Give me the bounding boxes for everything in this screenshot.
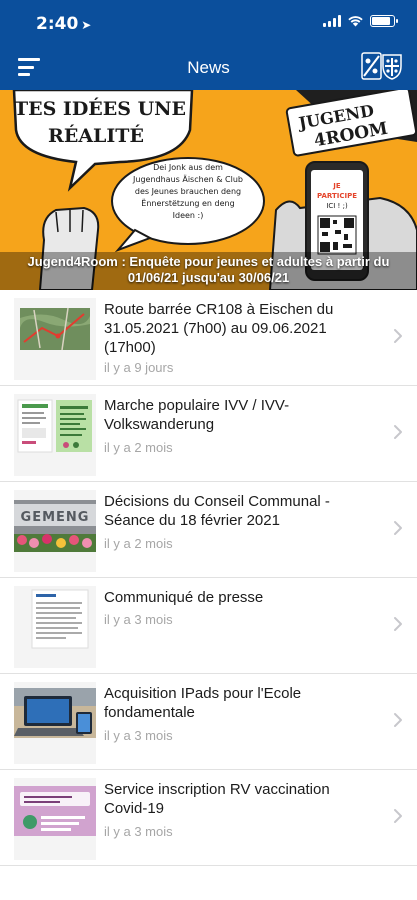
vaccine-thumbnail-image — [14, 778, 96, 860]
banner-phone-line-2: PARTICIPE — [317, 192, 357, 200]
banner-small-line-4: Ënnerstëtzung en deng — [141, 198, 234, 208]
news-title: Route barrée CR108 à Eischen du 31.05.20… — [104, 301, 334, 356]
news-item[interactable]: GEMENG Décisions du Conseil Communal - S… — [0, 482, 417, 578]
news-item[interactable]: Acquisition IPads pour l'Ecole fondament… — [0, 674, 417, 770]
featured-caption-line-1: Jugend4Room : Enquête pour jeunes et adu… — [27, 254, 390, 269]
news-item[interactable]: Communiqué de presse il y a 3 mois — [0, 578, 417, 674]
banner-small-line-2: Jugendhaus Äischen & Club — [132, 174, 243, 184]
page-title: News — [187, 58, 230, 77]
wifi-icon — [348, 16, 363, 27]
news-item[interactable]: Service inscription RV vaccination Covid… — [0, 770, 417, 866]
status-time: 2:40 ➤ — [36, 14, 91, 34]
status-time-text: 2:40 — [36, 14, 79, 34]
news-title: Service inscription RV vaccination Covid… — [104, 781, 330, 817]
news-date: il y a 2 mois — [104, 440, 173, 455]
news-item[interactable]: Route barrée CR108 à Eischen du 31.05.20… — [0, 290, 417, 386]
news-thumbnail — [14, 586, 96, 668]
news-thumbnail — [14, 682, 96, 764]
laptop-thumbnail-image — [14, 682, 96, 764]
news-date: il y a 3 mois — [104, 728, 173, 743]
status-icons — [323, 15, 398, 27]
banner-small-line-5: Ideen :) — [173, 211, 204, 220]
map-thumbnail-image — [14, 298, 96, 380]
news-title: Communiqué de presse — [104, 589, 264, 606]
banner-phone-line-3: ICI ! ;) — [326, 202, 348, 210]
chevron-right-icon — [394, 329, 402, 343]
chevron-right-icon — [394, 521, 402, 535]
featured-news-banner[interactable]: TES IDÉES UNE RÉALITÉ Dei Jonk aus dem J… — [0, 90, 417, 290]
news-thumbnail — [14, 394, 96, 476]
news-thumbnail: GEMENG — [14, 490, 96, 572]
banner-small-line-3: des Jeunes brauchen deng — [135, 187, 241, 196]
chevron-right-icon — [394, 617, 402, 631]
news-thumbnail — [14, 778, 96, 860]
document-thumbnail-image — [14, 586, 96, 668]
qr-code-icon — [317, 215, 357, 255]
news-title: Décisions du Conseil Communal - Séance d… — [104, 493, 330, 529]
banner-speech-line-2: RÉALITÉ — [48, 124, 144, 147]
news-title: Acquisition IPads pour l'Ecole fondament… — [104, 685, 302, 721]
chevron-right-icon — [394, 809, 402, 823]
navigation-bar: News — [0, 44, 417, 90]
news-list: Route barrée CR108 à Eischen du 31.05.20… — [0, 290, 417, 866]
news-date: il y a 2 mois — [104, 536, 173, 551]
banner-speech-line-1: TES IDÉES UNE — [14, 97, 186, 120]
news-date: il y a 3 mois — [104, 824, 173, 839]
flyer-thumbnail-image — [14, 394, 96, 476]
news-title: Marche populaire IVV / IVV-Volkswanderun… — [104, 397, 290, 433]
featured-caption-line-2: 01/06/21 jusqu'au 30/06/21 — [127, 270, 290, 285]
featured-news-caption: Jugend4Room : Enquête pour jeunes et adu… — [0, 254, 417, 286]
banner-phone-line-1: JE — [332, 182, 341, 190]
banner-small-line-1: Dei Jonk aus dem — [153, 163, 223, 172]
news-date: il y a 3 mois — [104, 612, 173, 627]
news-item[interactable]: Marche populaire IVV / IVV-Volkswanderun… — [0, 386, 417, 482]
battery-icon — [370, 15, 398, 27]
chevron-right-icon — [394, 713, 402, 727]
status-bar: 2:40 ➤ — [0, 0, 417, 44]
gemeng-sign-text: GEMENG — [21, 510, 90, 525]
chevron-right-icon — [394, 425, 402, 439]
commune-crest-icon[interactable] — [361, 52, 403, 80]
news-date: il y a 9 jours — [104, 360, 174, 375]
cellular-signal-icon — [323, 15, 341, 27]
news-thumbnail — [14, 298, 96, 380]
gemeng-thumbnail-image: GEMENG — [14, 490, 96, 572]
location-arrow-icon: ➤ — [81, 18, 92, 32]
